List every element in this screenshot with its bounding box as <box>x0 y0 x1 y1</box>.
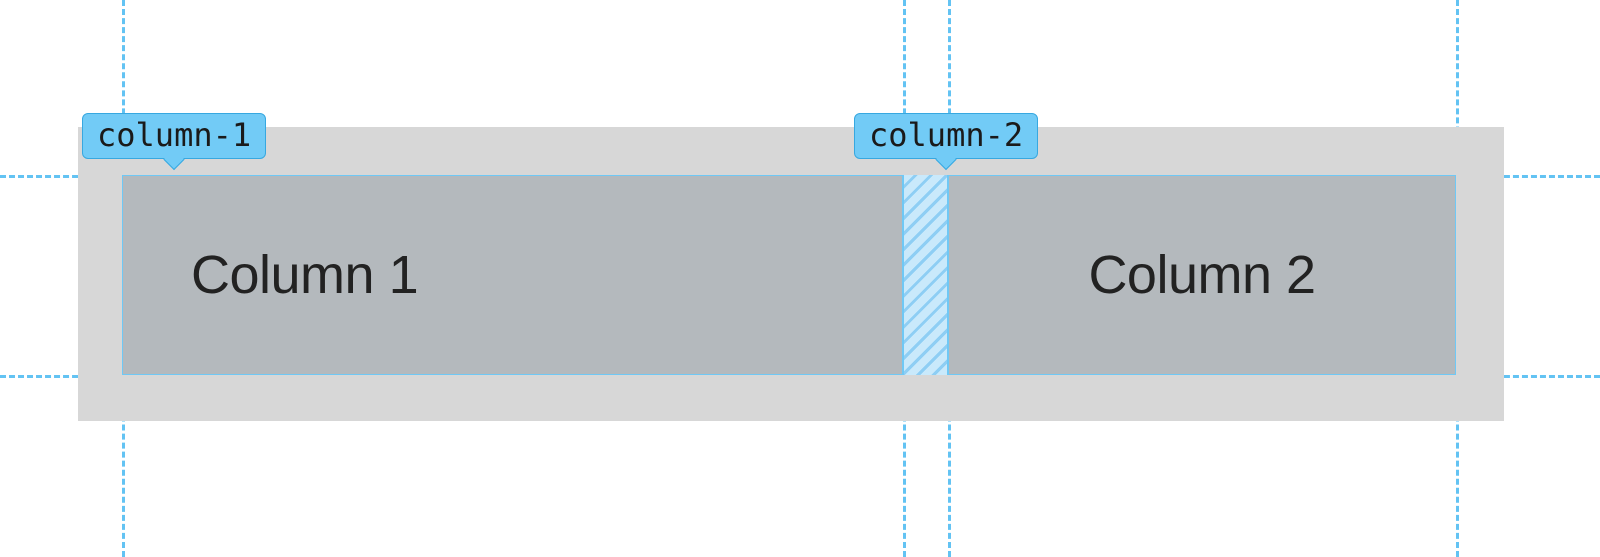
grid-column-gap <box>903 175 948 375</box>
grid-column-1: Column 1 <box>122 175 903 375</box>
grid-column-2: Column 2 <box>948 175 1456 375</box>
grid-column-1-label: Column 1 <box>191 244 418 306</box>
grid-line-label-text: column-1 <box>97 116 251 154</box>
grid-line-label-text: column-2 <box>869 116 1023 154</box>
grid-column-2-label: Column 2 <box>1088 244 1315 306</box>
grid-line-label-column-1: column-1 <box>82 113 266 159</box>
grid-line-label-column-2: column-2 <box>854 113 1038 159</box>
